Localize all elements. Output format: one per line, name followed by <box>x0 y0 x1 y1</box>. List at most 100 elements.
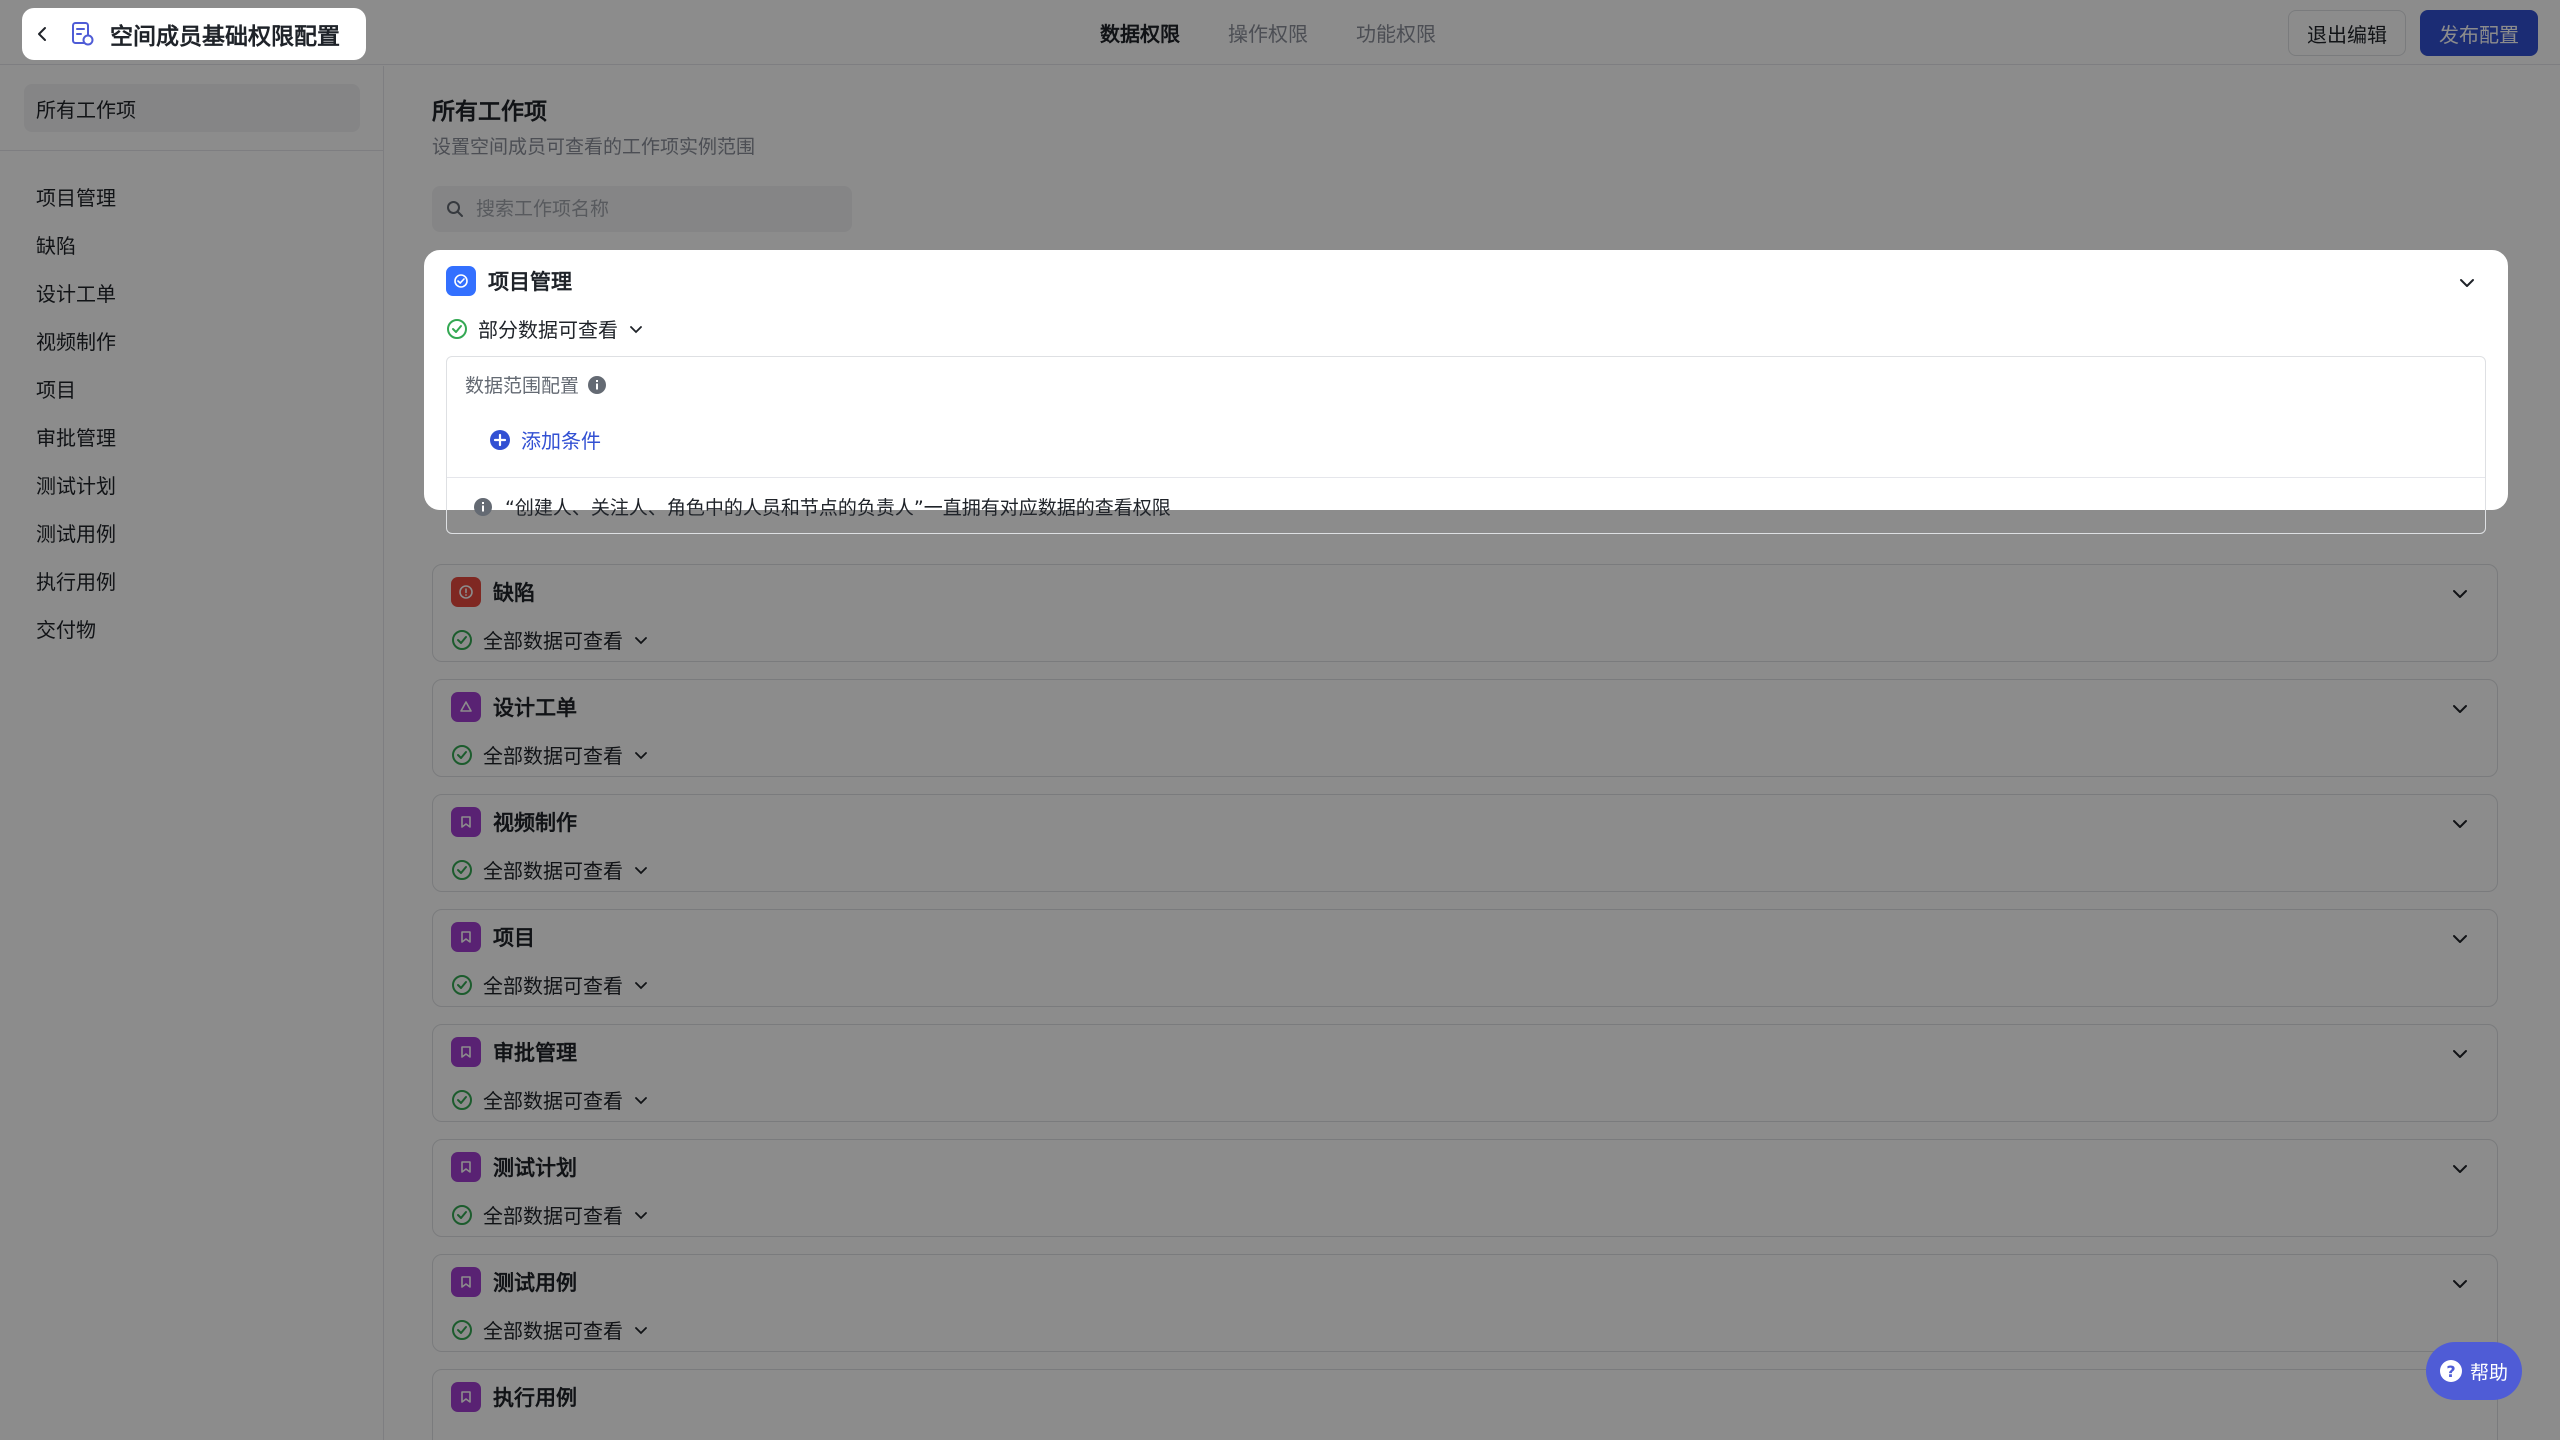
success-check-icon <box>452 974 472 995</box>
help-button[interactable]: ? 帮助 <box>2426 1342 2522 1400</box>
help-label: 帮助 <box>2469 1361 2508 1384</box>
info-icon[interactable] <box>587 375 607 395</box>
success-check-icon <box>452 1089 472 1110</box>
card-approval: 审批管理 全部数据可查看 <box>432 1024 2498 1122</box>
sidebar-item-test-case[interactable]: 测试用例 <box>0 508 384 556</box>
chevron-down-icon[interactable] <box>2449 928 2471 950</box>
sidebar-item-approval[interactable]: 审批管理 <box>0 412 384 460</box>
info-icon <box>474 497 492 516</box>
card-name: 设计工单 <box>493 696 577 720</box>
check-circle-icon <box>446 266 476 296</box>
data-scope-panel: 数据范围配置 添加条件 “创建人、关注人、角色中的人员和节点的负责人”一直拥有对… <box>446 356 2486 534</box>
data-scope-label-text: 数据范围配置 <box>465 375 580 397</box>
exit-edit-button[interactable]: 退出编辑 <box>2288 10 2406 56</box>
chevron-down-icon <box>630 325 642 333</box>
alert-icon <box>451 577 481 607</box>
card-header: 测试计划 <box>451 1152 577 1182</box>
sidebar-item-defect[interactable]: 缺陷 <box>0 220 384 268</box>
tab-function-permission[interactable]: 功能权限 <box>1356 18 1436 47</box>
card-name: 审批管理 <box>493 1041 577 1065</box>
card-header: 设计工单 <box>451 692 577 722</box>
chevron-down-icon <box>635 981 647 989</box>
permission-label: 全部数据可查看 <box>483 744 623 768</box>
success-check-icon <box>452 1319 472 1340</box>
sidebar-item-design-ticket[interactable]: 设计工单 <box>0 268 384 316</box>
chevron-down-icon[interactable] <box>2449 1273 2471 1295</box>
bookmark-icon <box>451 807 481 837</box>
permission-label: 全部数据可查看 <box>483 1319 623 1343</box>
permission-select[interactable]: 全部数据可查看 <box>451 1085 649 1114</box>
plus-circle-icon <box>490 429 510 450</box>
add-condition-label: 添加条件 <box>521 429 601 453</box>
search-input[interactable] <box>476 198 836 220</box>
bookmark-icon <box>451 1152 481 1182</box>
permission-select[interactable]: 全部数据可查看 <box>451 1315 649 1344</box>
card-header: 测试用例 <box>451 1267 577 1297</box>
card-name: 缺陷 <box>493 581 535 605</box>
card-project: 项目 全部数据可查看 <box>432 909 2498 1007</box>
success-check-icon <box>447 318 467 339</box>
triangle-icon <box>451 692 481 722</box>
section-subtitle: 设置空间成员可查看的工作项实例范围 <box>432 136 756 158</box>
sidebar-item-execution-case[interactable]: 执行用例 <box>0 556 384 604</box>
card-design-ticket: 设计工单 全部数据可查看 <box>432 679 2498 777</box>
permission-label: 全部数据可查看 <box>483 859 623 883</box>
permission-label: 全部数据可查看 <box>483 974 623 998</box>
card-header: 视频制作 <box>451 807 577 837</box>
search-box <box>432 186 852 232</box>
chevron-down-icon[interactable] <box>2449 1043 2471 1065</box>
card-header: 审批管理 <box>451 1037 577 1067</box>
permission-select[interactable]: 全部数据可查看 <box>451 740 649 769</box>
sidebar-list: 项目管理 缺陷 设计工单 视频制作 项目 审批管理 测试计划 测试用例 执行用例… <box>0 172 384 652</box>
card-name: 项目管理 <box>488 270 572 294</box>
permission-label: 全部数据可查看 <box>483 1204 623 1228</box>
permission-select[interactable]: 全部数据可查看 <box>451 1200 649 1229</box>
sidebar-item-all[interactable]: 所有工作项 <box>24 84 360 132</box>
chevron-down-icon[interactable] <box>2449 583 2471 605</box>
permission-label: 全部数据可查看 <box>483 1089 623 1113</box>
chevron-down-icon[interactable] <box>2449 1158 2471 1180</box>
card-test-case: 测试用例 全部数据可查看 <box>432 1254 2498 1352</box>
section-title: 所有工作项 <box>432 99 547 125</box>
search-icon <box>447 201 463 217</box>
success-check-icon <box>452 629 472 650</box>
card-name: 测试计划 <box>493 1156 577 1180</box>
chevron-down-icon <box>635 636 647 644</box>
chevron-down-icon[interactable] <box>2456 272 2478 294</box>
card-test-plan: 测试计划 全部数据可查看 <box>432 1139 2498 1237</box>
permission-select[interactable]: 全部数据可查看 <box>451 970 649 999</box>
permission-select[interactable]: 部分数据可查看 <box>446 314 644 343</box>
document-settings-icon <box>68 20 96 48</box>
sidebar-item-video-production[interactable]: 视频制作 <box>0 316 384 364</box>
scope-note-text: “创建人、关注人、角色中的人员和节点的负责人”一直拥有对应数据的查看权限 <box>505 497 1171 519</box>
sidebar-item-deliverable[interactable]: 交付物 <box>0 604 384 652</box>
chevron-down-icon <box>635 1211 647 1219</box>
sidebar-item-test-plan[interactable]: 测试计划 <box>0 460 384 508</box>
header-actions: 退出编辑 发布配置 <box>2288 10 2538 56</box>
back-icon[interactable] <box>32 23 54 45</box>
chevron-down-icon[interactable] <box>2449 698 2471 720</box>
card-header: 缺陷 <box>451 577 535 607</box>
permission-label: 全部数据可查看 <box>483 629 623 653</box>
sidebar-item-project[interactable]: 项目 <box>0 364 384 412</box>
page-title: 空间成员基础权限配置 <box>110 24 340 50</box>
sidebar-item-project-management[interactable]: 项目管理 <box>0 172 384 220</box>
sidebar-divider <box>0 150 384 151</box>
publish-button[interactable]: 发布配置 <box>2420 10 2538 56</box>
tab-operation-permission[interactable]: 操作权限 <box>1228 18 1308 47</box>
card-name: 项目 <box>493 926 535 950</box>
title-box: 空间成员基础权限配置 <box>22 8 366 60</box>
permission-select[interactable]: 全部数据可查看 <box>451 855 649 884</box>
permission-select[interactable]: 全部数据可查看 <box>451 625 649 654</box>
chevron-down-icon[interactable] <box>2449 813 2471 835</box>
add-condition-button[interactable]: 添加条件 <box>489 425 601 454</box>
bookmark-icon <box>451 1267 481 1297</box>
success-check-icon <box>452 1204 472 1225</box>
scope-divider <box>447 477 2485 478</box>
top-header: 空间成员基础权限配置 数据权限 操作权限 功能权限 退出编辑 发布配置 <box>0 0 2560 65</box>
success-check-icon <box>452 744 472 765</box>
card-project-management: 项目管理 部分数据可查看 数据范围配置 添加条件 “创建人、关注人、角色中的人员… <box>424 250 2508 534</box>
tab-data-permission[interactable]: 数据权限 <box>1100 18 1180 47</box>
chevron-down-icon <box>635 751 647 759</box>
card-header: 项目管理 <box>446 266 572 296</box>
